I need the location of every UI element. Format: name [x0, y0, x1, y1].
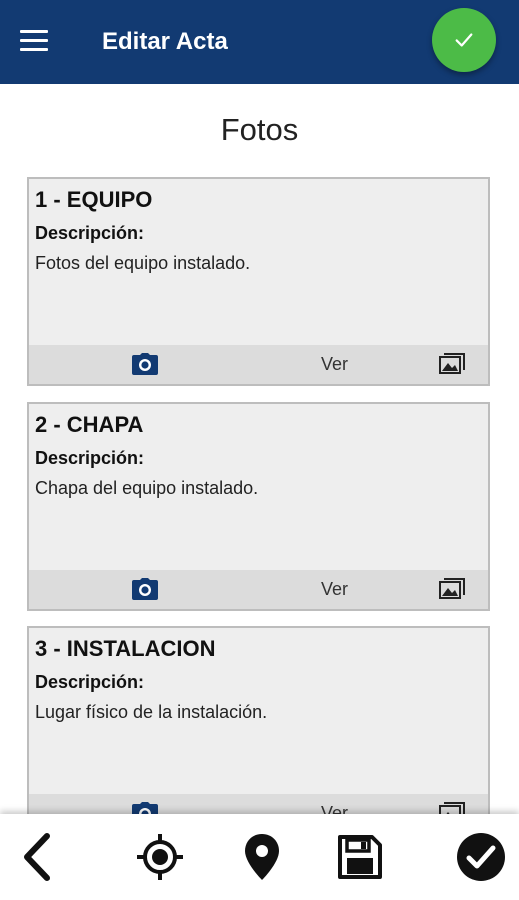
gallery-icon[interactable]	[439, 577, 465, 601]
save-icon	[338, 835, 382, 879]
confirm-fab-button[interactable]	[432, 8, 496, 72]
card-description: Fotos del equipo instalado.	[35, 253, 251, 273]
check-icon	[455, 33, 473, 47]
bottom-toolbar	[0, 814, 519, 900]
card-title: 3 - INSTALACION	[35, 636, 216, 661]
content-area[interactable]: Fotos 1 - EQUIPO Descripción: Fotos del …	[0, 84, 519, 814]
photo-card[interactable]: 1 - EQUIPO Descripción: Fotos del equipo…	[27, 177, 490, 386]
page-title: Fotos	[220, 112, 299, 147]
card-description: Lugar físico de la instalación.	[35, 702, 268, 722]
card-description-label: Descripción:	[35, 448, 145, 468]
view-photos-button[interactable]: Ver	[321, 579, 348, 600]
camera-icon[interactable]	[131, 577, 159, 601]
location-pin-icon	[245, 834, 279, 880]
card-description-label: Descripción:	[35, 672, 145, 692]
view-photos-button[interactable]: Ver	[321, 354, 348, 375]
finish-button[interactable]	[456, 832, 506, 882]
gallery-icon[interactable]	[439, 801, 465, 814]
back-button[interactable]	[12, 832, 62, 882]
app-title: Editar Acta	[102, 28, 228, 55]
photo-card[interactable]: 2 - CHAPA Descripción: Chapa del equipo …	[27, 402, 490, 611]
location-button[interactable]	[237, 832, 287, 882]
card-description: Chapa del equipo instalado.	[35, 478, 259, 498]
view-photos-button[interactable]: Ver	[321, 803, 348, 814]
gallery-icon[interactable]	[439, 352, 465, 376]
card-title: 2 - CHAPA	[35, 412, 144, 437]
check-circle-icon	[457, 833, 505, 881]
card-description-label: Descripción:	[35, 223, 145, 243]
card-actions: Ver	[29, 345, 488, 384]
back-icon	[24, 833, 50, 881]
card-actions: Ver	[29, 794, 488, 814]
card-title: 1 - EQUIPO	[35, 187, 153, 212]
gps-target-icon	[137, 834, 183, 880]
camera-icon[interactable]	[131, 801, 159, 814]
card-actions: Ver	[29, 570, 488, 609]
save-button[interactable]	[335, 832, 385, 882]
photo-card[interactable]: 3 - INSTALACION Descripción: Lugar físic…	[27, 626, 490, 814]
gps-button[interactable]	[135, 832, 185, 882]
camera-icon[interactable]	[131, 352, 159, 376]
menu-icon[interactable]	[20, 30, 48, 52]
